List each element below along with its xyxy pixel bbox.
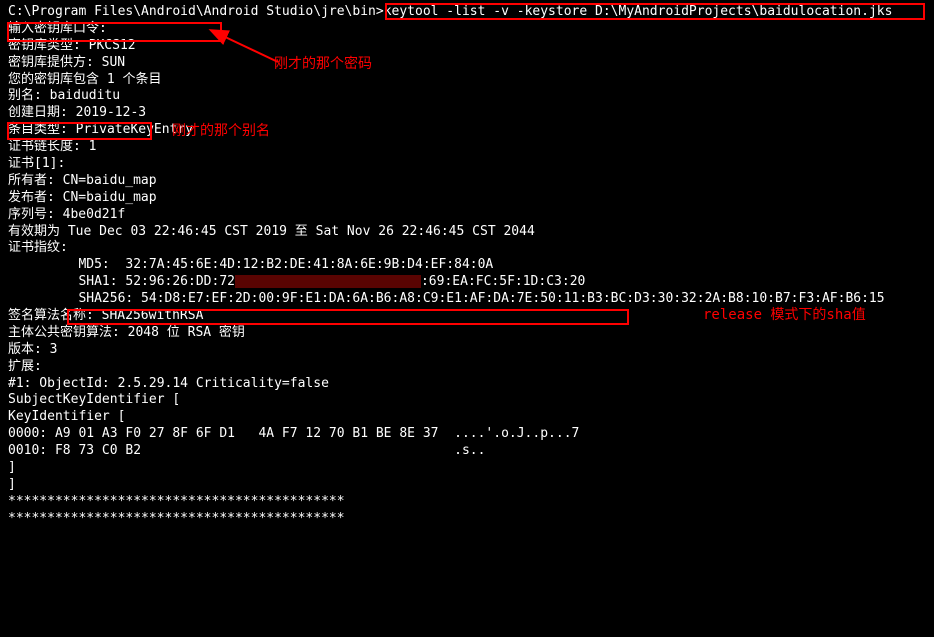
md5-fingerprint: MD5: 32:7A:45:6E:4D:12:B2:DE:41:8A:6E:9B… [8,257,926,274]
sha1-suffix: :69:EA:FC:5F:1D:C3:20 [421,274,585,289]
separator-1: ****************************************… [8,494,926,511]
issuer: 发布者: CN=baidu_map [8,190,926,207]
arrow-icon [215,30,290,71]
extension-3: KeyIdentifier [ [8,409,926,426]
terminal-output: C:\Program Files\Android\Android Studio\… [8,4,926,528]
command-highlight-box [385,3,925,20]
entry-count: 您的密钥库包含 1 个条目 [8,72,926,89]
keystore-provider: 密钥库提供方: SUN [8,55,926,72]
alias-highlight-box [7,122,152,140]
public-key-algorithm: 主体公共密钥算法: 2048 位 RSA 密钥 [8,325,926,342]
fingerprint-label: 证书指纹: [8,240,926,257]
extension-1: #1: ObjectId: 2.5.29.14 Criticality=fals… [8,376,926,393]
alias-line: 别名: baiduditu [8,88,926,105]
cert-chain-length: 证书链长度: 1 [8,139,926,156]
version: 版本: 3 [8,342,926,359]
extension-2: SubjectKeyIdentifier [ [8,392,926,409]
validity-period: 有效期为 Tue Dec 03 22:46:45 CST 2019 至 Sat … [8,224,926,241]
alias-annotation: 刚才的那个别名 [172,122,270,140]
hex-dump-1: 0000: A9 01 A3 F0 27 8F 6F D1 4A F7 12 7… [8,426,926,443]
extension-close-2: ] [8,477,926,494]
separator-2: ****************************************… [8,511,926,528]
creation-date: 创建日期: 2019-12-3 [8,105,926,122]
sha-annotation: release 模式下的sha值 [703,306,866,324]
owner: 所有者: CN=baidu_map [8,173,926,190]
sha1-redacted [235,275,421,288]
serial-number: 序列号: 4be0d21f [8,207,926,224]
cert-index: 证书[1]: [8,156,926,173]
extensions-label: 扩展: [8,359,926,376]
sha1-highlight-box [67,309,629,325]
sha1-prefix: SHA1: 52:96:26:DD:72 [8,274,235,289]
sha1-fingerprint: SHA1: 52:96:26:DD:72 :69:EA:FC:5F:1D:C3:2… [8,274,926,291]
extension-close-1: ] [8,460,926,477]
prompt-path: C:\Program Files\Android\Android Studio\… [8,4,384,19]
password-highlight-box [7,22,222,42]
hex-dump-2: 0010: F8 73 C0 B2 .s.. [8,443,926,460]
